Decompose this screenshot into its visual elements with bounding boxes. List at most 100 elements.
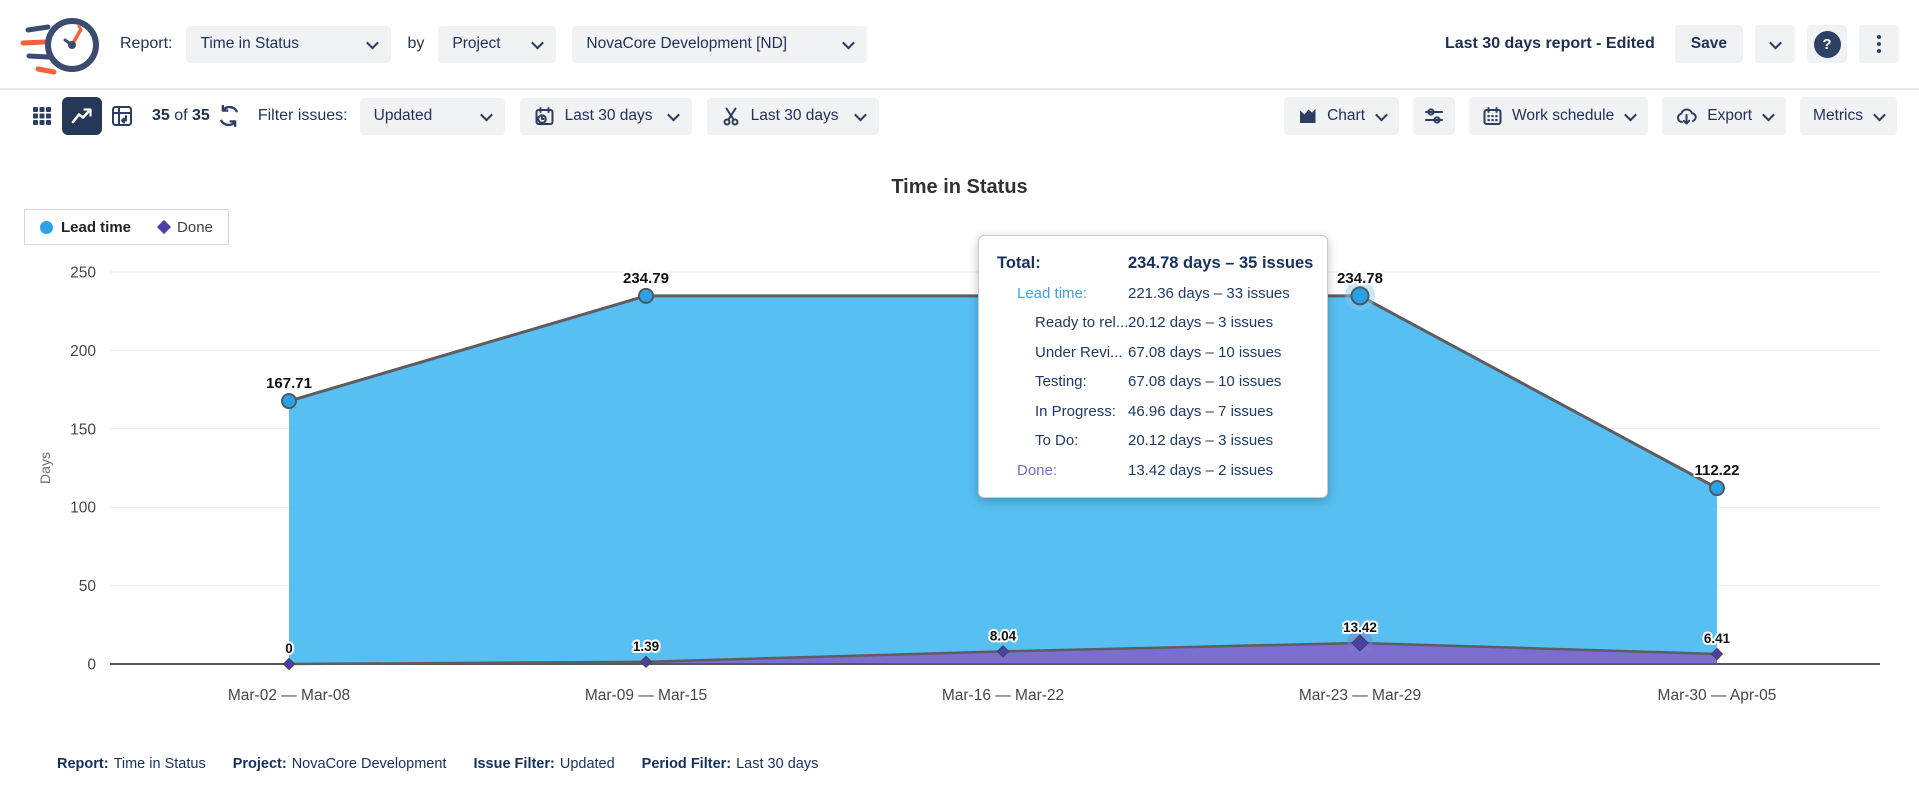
tooltip-row-status: Under Revi...67.08 days – 10 issues: [989, 338, 1317, 368]
tooltip-row-label: Under Revi...: [989, 344, 1128, 361]
pivot-view-button[interactable]: [102, 97, 142, 135]
chart-settings-button[interactable]: [1413, 97, 1455, 135]
line-chart-icon: [70, 105, 94, 127]
legend-label: Lead time: [61, 219, 131, 236]
y-tick-label: 250: [70, 265, 96, 282]
chevron-down-icon: [1873, 108, 1886, 121]
save-options-button[interactable]: [1755, 25, 1795, 63]
tooltip-row-label: Lead time:: [989, 285, 1128, 302]
tooltip-row-value: 46.96 days – 7 issues: [1128, 403, 1317, 420]
help-button[interactable]: ?: [1807, 25, 1847, 63]
y-tick-label: 100: [70, 500, 96, 517]
tooltip-row-label: Ready to rel...: [989, 314, 1128, 331]
tooltip-row-status: In Progress:46.96 days – 7 issues: [989, 397, 1317, 427]
time-in-status-report-page: Report: Time in Status by Project NovaCo…: [0, 0, 1919, 799]
tooltip-row-label: To Do:: [989, 432, 1128, 449]
chart-type-button[interactable]: Chart: [1284, 97, 1399, 135]
tooltip-row-value: 20.12 days – 3 issues: [1128, 314, 1317, 331]
report-label: Report:: [120, 35, 172, 53]
x-axis-label: Mar-23 — Mar-29: [1299, 687, 1421, 704]
chevron-down-icon: [854, 108, 867, 121]
data-label-done-1: 1.39: [633, 639, 659, 654]
chevron-down-icon: [667, 108, 680, 121]
data-label-lead-time-0: 167.71: [266, 375, 312, 392]
app-logo-icon: [20, 7, 104, 81]
refresh-icon[interactable]: [216, 103, 242, 129]
y-axis-title: Days: [37, 452, 53, 484]
metrics-button[interactable]: Metrics: [1800, 97, 1897, 135]
tooltip-row-done: Done:13.42 days – 2 issues: [989, 456, 1317, 486]
report-status-text: Last 30 days report - Edited: [1445, 35, 1655, 53]
more-options-button[interactable]: [1859, 25, 1899, 63]
group-by-select[interactable]: Project: [438, 26, 556, 63]
report-type-select[interactable]: Time in Status: [186, 26, 391, 63]
data-label-done-3: 13.42: [1343, 620, 1377, 635]
toolbar-right: Chart: [1284, 97, 1897, 135]
area-chart-icon: [1297, 106, 1318, 126]
work-schedule-button[interactable]: Work schedule: [1469, 97, 1648, 135]
chevron-down-icon: [1624, 108, 1637, 121]
tooltip-row-value: 13.42 days – 2 issues: [1128, 462, 1317, 479]
sliders-icon: [1423, 106, 1445, 126]
chevron-down-icon: [1762, 108, 1775, 121]
legend-item-lead-time[interactable]: Lead time: [40, 219, 131, 236]
marker-lead-time-4[interactable]: [1710, 481, 1724, 495]
legend-item-done[interactable]: Done: [159, 219, 213, 236]
data-label-done-2: 8.04: [990, 628, 1017, 643]
tooltip-row-total: Total:234.78 days – 35 issues: [989, 249, 1317, 279]
filter-issues-label: Filter issues:: [258, 107, 348, 125]
y-tick-label: 50: [79, 578, 97, 595]
tooltip-row-value: 20.12 days – 3 issues: [1128, 432, 1317, 449]
calendar-clock-icon: [534, 106, 555, 127]
cloud-export-icon: [1675, 106, 1698, 127]
issue-filter-select[interactable]: Updated: [360, 98, 505, 135]
marker-lead-time-0[interactable]: [282, 394, 296, 408]
tooltip-row-label: Testing:: [989, 373, 1128, 390]
grid-view-button[interactable]: [22, 97, 62, 135]
toolbar: 35 of 35 Filter issues: Updated Last 30 …: [0, 92, 1919, 140]
x-axis-label: Mar-30 — Apr-05: [1658, 687, 1777, 704]
tooltip-row-value: 234.78 days – 35 issues: [1128, 254, 1317, 273]
tooltip-row-label: Total:: [989, 254, 1128, 273]
chevron-down-icon: [532, 36, 545, 49]
chart-tooltip: Total:234.78 days – 35 issuesLead time:2…: [978, 235, 1328, 498]
tooltip-row-status: To Do:20.12 days – 3 issues: [989, 426, 1317, 456]
kebab-menu-icon: [1877, 35, 1881, 53]
y-tick-label: 150: [70, 421, 96, 438]
by-label: by: [407, 35, 424, 53]
marker-lead-time-1[interactable]: [639, 289, 653, 303]
legend-label: Done: [177, 219, 213, 236]
chevron-down-icon: [1375, 108, 1388, 121]
data-label-done-0: 0: [285, 641, 293, 656]
x-axis-label: Mar-02 — Mar-08: [228, 687, 350, 704]
trim-period-select[interactable]: Last 30 days: [707, 98, 879, 135]
report-summary-footer: Report:Time in StatusProject:NovaCore De…: [57, 756, 845, 772]
date-range-select[interactable]: Last 30 days: [520, 98, 692, 135]
time-in-status-chart: 050100150200250DaysMar-02 — Mar-08Mar-09…: [0, 240, 1919, 715]
tooltip-row-label: In Progress:: [989, 403, 1128, 420]
chevron-down-icon: [367, 36, 380, 49]
issue-count: 35 of 35: [152, 107, 210, 125]
footer-item-issue-filter: Issue Filter:Updated: [473, 756, 614, 772]
tooltip-row-value: 221.36 days – 33 issues: [1128, 285, 1317, 302]
footer-item-period-filter: Period Filter:Last 30 days: [642, 756, 819, 772]
app-header: Report: Time in Status by Project NovaCo…: [0, 0, 1919, 90]
data-label-done-4: 6.41: [1704, 631, 1731, 646]
circle-marker-icon: [40, 221, 53, 234]
grid-icon: [31, 105, 53, 127]
calendar-icon: [1482, 106, 1503, 127]
chart-view-button[interactable]: [62, 97, 102, 135]
data-label-lead-time-4: 112.22: [1694, 462, 1739, 479]
project-select[interactable]: NovaCore Development [ND]: [572, 26, 867, 63]
marker-lead-time-3[interactable]: [1352, 287, 1369, 304]
chart-title: Time in Status: [0, 176, 1919, 199]
y-tick-label: 200: [70, 343, 96, 360]
tooltip-row-value: 67.08 days – 10 issues: [1128, 344, 1317, 361]
footer-item-project: Project:NovaCore Development: [233, 756, 447, 772]
chevron-down-icon: [480, 108, 493, 121]
save-button[interactable]: Save: [1675, 25, 1743, 63]
x-axis-label: Mar-16 — Mar-22: [942, 687, 1064, 704]
export-button[interactable]: Export: [1662, 97, 1786, 135]
tooltip-row-lead: Lead time:221.36 days – 33 issues: [989, 279, 1317, 309]
data-label-lead-time-1: 234.79: [623, 270, 669, 287]
